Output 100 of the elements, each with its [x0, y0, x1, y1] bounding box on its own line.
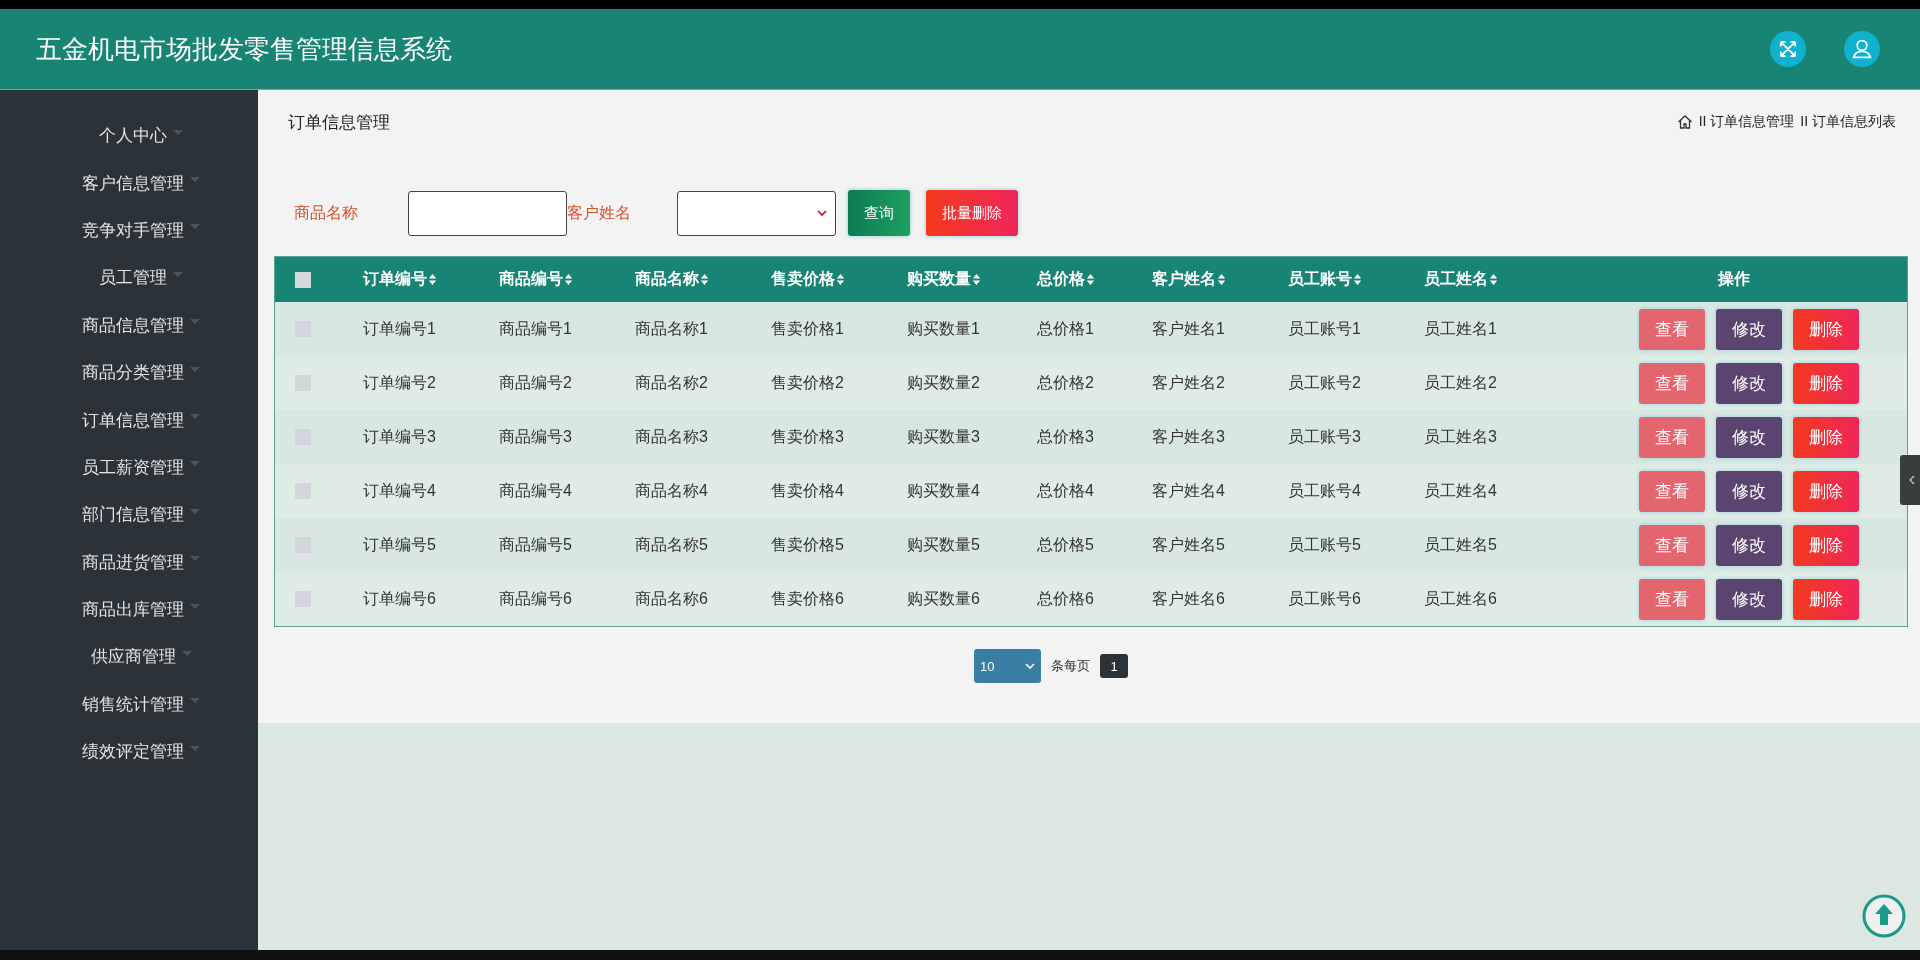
table-cell: 售卖价格5	[771, 535, 844, 553]
table-cell: 售卖价格4	[771, 481, 844, 499]
sidebar-item[interactable]: 部门信息管理	[0, 491, 258, 539]
sort-icon[interactable]	[1086, 273, 1095, 286]
column-header[interactable]: 员工姓名	[1424, 269, 1488, 290]
view-button[interactable]: 查看	[1638, 308, 1705, 350]
table-cell: 订单编号5	[363, 535, 436, 553]
view-button[interactable]: 查看	[1638, 470, 1705, 512]
page-size-select[interactable]: 10	[974, 649, 1041, 683]
table-cell: 商品编号6	[499, 589, 572, 607]
caret-icon	[190, 224, 200, 231]
sort-icon[interactable]	[564, 273, 573, 286]
sidebar-item[interactable]: 商品信息管理	[0, 301, 258, 349]
view-button[interactable]: 查看	[1638, 362, 1705, 404]
sidebar-item[interactable]: 客户信息管理	[0, 159, 258, 207]
table-cell: 客户姓名5	[1152, 535, 1225, 553]
sort-icon[interactable]	[1489, 273, 1498, 286]
side-panel-toggle[interactable]	[1900, 455, 1920, 505]
breadcrumb-item[interactable]: II 订单信息管理	[1698, 113, 1795, 131]
column-header[interactable]: 商品编号	[499, 269, 563, 290]
edit-button[interactable]: 修改	[1715, 470, 1782, 512]
sort-icon[interactable]	[836, 273, 845, 286]
table-cell: 客户姓名4	[1152, 481, 1225, 499]
view-button[interactable]: 查看	[1638, 416, 1705, 458]
sidebar-item[interactable]: 员工薪资管理	[0, 443, 258, 492]
back-to-top-icon[interactable]	[1862, 894, 1906, 938]
sidebar-item[interactable]: 商品进货管理	[0, 538, 258, 586]
view-button[interactable]: 查看	[1638, 578, 1705, 620]
page-button[interactable]: 1	[1100, 654, 1128, 678]
user-icon[interactable]	[1844, 31, 1880, 67]
row-checkbox[interactable]	[295, 483, 311, 499]
column-header[interactable]: 购买数量	[907, 269, 971, 290]
caret-icon	[190, 556, 200, 563]
edit-button[interactable]: 修改	[1715, 362, 1782, 404]
delete-button[interactable]: 删除	[1792, 416, 1859, 458]
select-field[interactable]	[677, 190, 836, 236]
table-cell: 购买数量4	[907, 481, 980, 499]
sidebar-item[interactable]: 个人中心	[0, 112, 258, 160]
sort-icon[interactable]	[428, 273, 437, 286]
delete-button[interactable]: 删除	[1792, 362, 1859, 404]
table-cell: 售卖价格1	[771, 319, 844, 337]
column-header[interactable]: 员工账号	[1288, 269, 1352, 290]
column-header[interactable]: 总价格	[1037, 269, 1085, 290]
table-cell: 员工账号4	[1288, 481, 1361, 499]
column-header[interactable]: 售卖价格	[771, 269, 835, 290]
view-button[interactable]: 查看	[1638, 524, 1705, 566]
sort-icon[interactable]	[972, 273, 981, 286]
table-cell: 员工姓名1	[1424, 319, 1497, 337]
sort-icon[interactable]	[700, 273, 709, 286]
table-cell: 购买数量2	[907, 373, 980, 391]
table-cell: 商品编号3	[499, 427, 572, 445]
table-cell: 总价格4	[1037, 481, 1094, 499]
sidebar-item[interactable]: 订单信息管理	[0, 396, 258, 444]
table-cell: 订单编号3	[363, 427, 436, 445]
delete-button[interactable]: 删除	[1792, 524, 1859, 566]
sort-icon[interactable]	[1217, 273, 1226, 286]
table-cell: 员工姓名5	[1424, 535, 1497, 553]
sidebar-item[interactable]: 绩效评定管理	[0, 728, 258, 776]
table-cell: 员工账号2	[1288, 373, 1361, 391]
home-icon[interactable]	[1676, 114, 1693, 130]
row-checkbox[interactable]	[295, 591, 311, 607]
input-field[interactable]	[408, 190, 567, 236]
table-cell: 售卖价格3	[771, 427, 844, 445]
sidebar-item[interactable]: 销售统计管理	[0, 680, 258, 729]
edit-button[interactable]: 修改	[1715, 578, 1782, 620]
table-cell: 订单编号2	[363, 373, 436, 391]
table-cell: 员工姓名6	[1424, 589, 1497, 607]
sidebar-item[interactable]: 竞争对手管理	[0, 206, 258, 255]
column-header[interactable]: 商品名称	[635, 269, 699, 290]
row-checkbox[interactable]	[295, 375, 311, 391]
column-header[interactable]: 订单编号	[363, 269, 427, 290]
table-cell: 订单编号6	[363, 589, 436, 607]
table-cell: 客户姓名2	[1152, 373, 1225, 391]
table-cell: 客户姓名1	[1152, 319, 1225, 337]
edit-button[interactable]: 修改	[1715, 308, 1782, 350]
delete-button[interactable]: 删除	[1792, 470, 1859, 512]
delete-button[interactable]: 删除	[1792, 308, 1859, 350]
query-button[interactable]: 查询	[848, 190, 910, 236]
table-cell: 商品编号2	[499, 373, 572, 391]
field-label: 商品名称	[294, 202, 359, 223]
chevron-icon	[817, 210, 827, 216]
edit-button[interactable]: 修改	[1715, 524, 1782, 566]
sidebar-item[interactable]: 供应商管理	[0, 633, 258, 681]
fullscreen-icon[interactable]	[1770, 31, 1806, 67]
table-cell: 员工账号1	[1288, 319, 1361, 337]
caret-icon	[190, 414, 200, 421]
select-all-checkbox[interactable]	[295, 271, 311, 288]
column-header[interactable]: 客户姓名	[1152, 269, 1216, 290]
sidebar-item[interactable]: 商品出库管理	[0, 585, 258, 634]
caret-icon	[173, 129, 183, 136]
table-cell: 员工姓名2	[1424, 373, 1497, 391]
caret-icon	[173, 271, 183, 278]
sort-icon[interactable]	[1353, 273, 1362, 286]
delete-button[interactable]: 批量删除	[926, 190, 1018, 236]
sidebar-item[interactable]: 员工管理	[0, 254, 258, 302]
sidebar-item[interactable]: 商品分类管理	[0, 348, 258, 397]
delete-button[interactable]: 删除	[1792, 578, 1859, 620]
edit-button[interactable]: 修改	[1715, 416, 1782, 458]
breadcrumb-item[interactable]: II 订单信息列表	[1800, 113, 1896, 131]
caret-icon	[190, 508, 200, 515]
